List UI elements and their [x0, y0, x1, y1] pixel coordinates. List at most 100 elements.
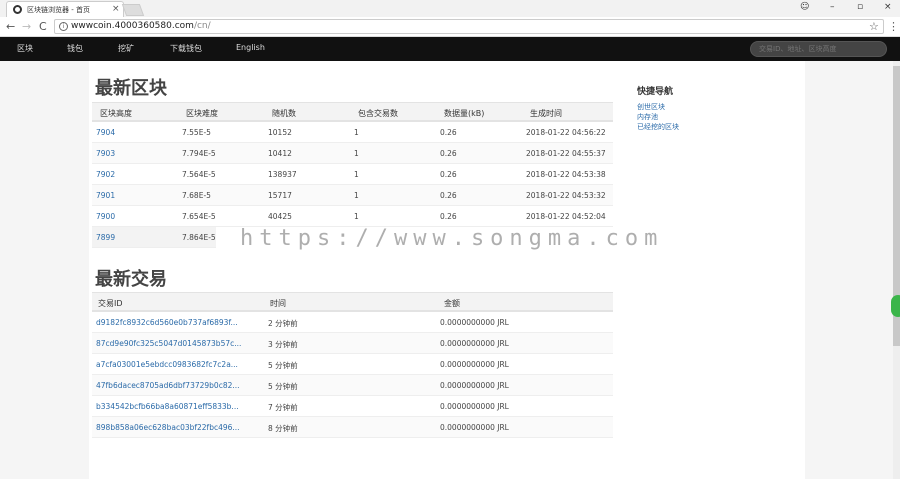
- transaction-id-link[interactable]: b334542bcfb66ba8a60871eff5833b...: [96, 402, 239, 411]
- transaction-cell: 3 分钟前: [268, 340, 298, 349]
- transaction-row: d9182fc8932c6d560e0b737af6893f... 2 分钟前 0.…: [92, 312, 613, 333]
- transaction-id-link[interactable]: 87cd9e90fc325c5047d0145873b57c...: [96, 339, 241, 348]
- nav-item-wallet[interactable]: 钱包: [67, 43, 83, 54]
- col-tx-count: 包含交易数: [358, 109, 398, 118]
- transaction-cell: 2 分钟前: [268, 319, 298, 328]
- new-tab-button[interactable]: [121, 4, 145, 16]
- reload-icon[interactable]: C: [39, 20, 47, 33]
- col-block-height: 区块高度: [100, 109, 132, 118]
- transaction-row: a7cfa03001e5ebdcc0983682fc7c2a... 5 分钟前 0.…: [92, 354, 613, 375]
- col-size: 数据量(kB): [444, 109, 485, 118]
- block-row: 7902 7.564E-5 138937 1 0.26 2018-01-22 04:53:…: [92, 164, 613, 185]
- bookmark-star-icon[interactable]: ☆: [869, 20, 879, 33]
- block-cell: 2018-01-22 04:53:38: [526, 170, 606, 179]
- transaction-id-link[interactable]: 47fb6dacec8705ad6dbf73729b0c82...: [96, 381, 240, 390]
- block-cell: 1: [354, 191, 359, 200]
- transaction-cell: 0.0000000000 JRL: [440, 381, 509, 390]
- block-cell: 7.794E-5: [182, 149, 216, 158]
- block-cell: 2018-01-22 04:55:37: [526, 149, 606, 158]
- site-info-icon[interactable]: i: [59, 22, 68, 31]
- block-cell: 2018-01-22 04:52:04: [526, 212, 606, 221]
- nav-item-download-wallet[interactable]: 下载钱包: [170, 43, 202, 54]
- transaction-cell: 0.0000000000 JRL: [440, 318, 509, 327]
- browser-tab-bar: 区块链浏览器 - 首页 × ☺ – ▫ ×: [0, 0, 900, 17]
- nav-item-blocks[interactable]: 区块: [17, 43, 33, 54]
- col-tx-time: 时间: [270, 299, 286, 308]
- floating-widget-button[interactable]: [891, 295, 900, 317]
- site-search-input[interactable]: [750, 41, 887, 57]
- tab-title: 区块链浏览器 - 首页: [27, 6, 90, 14]
- maximize-icon[interactable]: ▫: [857, 2, 863, 12]
- block-cell: 7.68E-5: [182, 191, 211, 200]
- block-cell: 0.26: [440, 191, 457, 200]
- latest-blocks-title: 最新区块: [95, 78, 167, 99]
- minimize-icon[interactable]: –: [830, 2, 835, 12]
- block-height-link[interactable]: 7904: [96, 128, 115, 137]
- block-height-link[interactable]: 7901: [96, 191, 115, 200]
- browser-menu-icon[interactable]: ⋮: [888, 20, 899, 33]
- block-cell: 1: [354, 149, 359, 158]
- transactions-table-body: d9182fc8932c6d560e0b737af6893f... 2 分钟前 0.…: [92, 312, 613, 438]
- block-cell: 7.564E-5: [182, 170, 216, 179]
- block-row: 7903 7.794E-5 10412 1 0.26 2018-01-22 04:55:3…: [92, 143, 613, 164]
- nav-item-mining[interactable]: 挖矿: [118, 43, 134, 54]
- block-row: 7899 7.864E-5: [92, 227, 216, 248]
- block-cell: 10152: [268, 128, 292, 137]
- transaction-row: 898b858a06ec628bac03bf22fbc496... 8 分钟前 0.…: [92, 417, 613, 438]
- transaction-cell: 0.0000000000 JRL: [440, 360, 509, 369]
- quick-nav: 快捷导航 创世区块 内存池 已经挖的区块: [637, 84, 679, 132]
- transaction-id-link[interactable]: 898b858a06ec628bac03bf22fbc496...: [96, 423, 240, 432]
- block-cell: 2018-01-22 04:56:22: [526, 128, 606, 137]
- block-cell: 0.26: [440, 128, 457, 137]
- transaction-cell: 0.0000000000 JRL: [440, 402, 509, 411]
- block-cell: 1: [354, 170, 359, 179]
- block-cell: 7.864E-5: [182, 233, 216, 242]
- url-input[interactable]: i wwwcoin.4000360580.com/cn/ ☆: [54, 19, 884, 34]
- url-host: wwwcoin.4000360580.com: [71, 21, 194, 31]
- quick-nav-mempool[interactable]: 内存池: [637, 112, 679, 122]
- transactions-table: 交易ID 时间 金额 d9182fc8932c6d560e0b737af6893…: [92, 292, 613, 438]
- col-nonce: 随机数: [272, 109, 296, 118]
- block-cell: 7.654E-5: [182, 212, 216, 221]
- transaction-row: 87cd9e90fc325c5047d0145873b57c... 3 分钟前 0.…: [92, 333, 613, 354]
- latest-transactions-title: 最新交易: [95, 269, 167, 290]
- block-height-link[interactable]: 7899: [96, 233, 115, 242]
- forward-icon[interactable]: →: [22, 20, 31, 33]
- col-tx-id: 交易ID: [98, 299, 123, 308]
- block-cell: 1: [354, 128, 359, 137]
- transaction-cell: 0.0000000000 JRL: [440, 339, 509, 348]
- tab-close-icon[interactable]: ×: [112, 4, 120, 14]
- transaction-cell: 8 分钟前: [268, 424, 298, 433]
- block-height-link[interactable]: 7902: [96, 170, 115, 179]
- transactions-table-header: 交易ID 时间 金额: [92, 292, 613, 312]
- block-cell: 1: [354, 212, 359, 221]
- quick-nav-mined-blocks[interactable]: 已经挖的区块: [637, 122, 679, 132]
- close-window-icon[interactable]: ×: [884, 2, 892, 12]
- transaction-row: 47fb6dacec8705ad6dbf73729b0c82... 5 分钟前 0.…: [92, 375, 613, 396]
- block-row: 7904 7.55E-5 10152 1 0.26 2018-01-22 04:56:22: [92, 122, 613, 143]
- transaction-id-link[interactable]: d9182fc8932c6d560e0b737af6893f...: [96, 318, 238, 327]
- url-path: /cn/: [193, 21, 211, 31]
- user-profile-icon[interactable]: ☺: [800, 2, 809, 12]
- transaction-id-link[interactable]: a7cfa03001e5ebdcc0983682fc7c2a...: [96, 360, 238, 369]
- browser-tab[interactable]: 区块链浏览器 - 首页 ×: [6, 1, 124, 17]
- transaction-cell: 0.0000000000 JRL: [440, 423, 509, 432]
- block-row: 7901 7.68E-5 15717 1 0.26 2018-01-22 04:53:32: [92, 185, 613, 206]
- block-cell: 0.26: [440, 170, 457, 179]
- block-cell: 10412: [268, 149, 292, 158]
- back-icon[interactable]: ←: [6, 20, 15, 33]
- block-row: 7900 7.654E-5 40425 1 0.26 2018-01-22 04:52:0…: [92, 206, 613, 227]
- col-time: 生成时间: [530, 109, 562, 118]
- block-cell: 40425: [268, 212, 292, 221]
- nav-item-english[interactable]: English: [236, 43, 265, 52]
- quick-nav-genesis-block[interactable]: 创世区块: [637, 102, 679, 112]
- block-height-link[interactable]: 7900: [96, 212, 115, 221]
- block-height-link[interactable]: 7903: [96, 149, 115, 158]
- address-bar: ← → C i wwwcoin.4000360580.com/cn/ ☆ ⋮: [0, 17, 900, 37]
- block-cell: 0.26: [440, 212, 457, 221]
- transaction-cell: 5 分钟前: [268, 382, 298, 391]
- col-difficulty: 区块难度: [186, 109, 218, 118]
- block-cell: 0.26: [440, 149, 457, 158]
- transaction-row: b334542bcfb66ba8a60871eff5833b... 7 分钟前 0.…: [92, 396, 613, 417]
- block-cell: 15717: [268, 191, 292, 200]
